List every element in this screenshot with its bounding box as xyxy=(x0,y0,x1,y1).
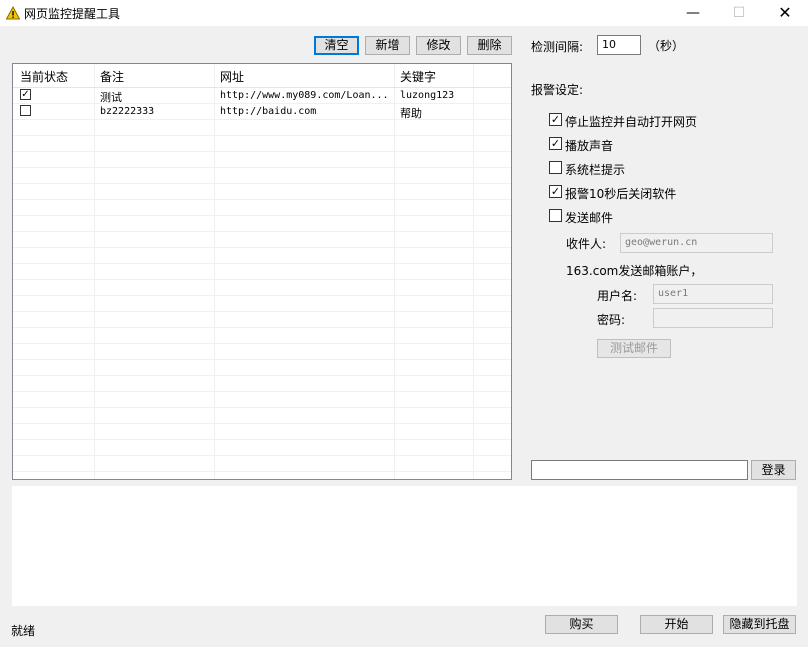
title-bar[interactable]: 网页监控提醒工具 — ☐ ✕ xyxy=(0,0,808,26)
login-button[interactable]: 登录 xyxy=(751,460,796,480)
delete-button[interactable]: 删除 xyxy=(467,36,512,55)
interval-label: 检测间隔: xyxy=(531,40,584,54)
add-button[interactable]: 新增 xyxy=(365,36,410,55)
monitor-list[interactable]: 当前状态 备注 网址 关键字 ✓ 测试 http://www.my089.com… xyxy=(12,63,512,480)
interval-unit: （秒） xyxy=(648,39,685,53)
column-header-status[interactable]: 当前状态 xyxy=(20,68,68,85)
column-header-url[interactable]: 网址 xyxy=(220,68,244,85)
row-note: 测试 xyxy=(100,91,122,104)
option-auto-close-checkbox[interactable]: ✓ xyxy=(549,185,562,198)
option-tray-notify-label[interactable]: 系统栏提示 xyxy=(565,161,625,178)
start-button[interactable]: 开始 xyxy=(640,615,713,634)
option-send-mail-label[interactable]: 发送邮件 xyxy=(565,209,613,226)
maximize-button[interactable]: ☐ xyxy=(716,0,762,26)
password-input[interactable] xyxy=(653,308,773,328)
minimize-button[interactable]: — xyxy=(670,0,716,26)
password-label: 密码: xyxy=(597,313,626,327)
column-header-note[interactable]: 备注 xyxy=(100,68,124,85)
recipient-input[interactable]: geo@werun.cn xyxy=(620,233,773,253)
option-stop-open-checkbox[interactable]: ✓ xyxy=(549,113,562,126)
username-label: 用户名: xyxy=(597,289,638,303)
option-play-sound-label[interactable]: 播放声音 xyxy=(565,137,613,154)
option-send-mail-checkbox[interactable] xyxy=(549,209,562,222)
option-stop-open-label[interactable]: 停止监控并自动打开网页 xyxy=(565,113,697,130)
option-tray-notify-checkbox[interactable] xyxy=(549,161,562,174)
log-area[interactable] xyxy=(12,486,797,606)
row-url: http://baidu.com xyxy=(220,106,317,117)
row-note: bz2222333 xyxy=(100,106,155,117)
option-play-sound-checkbox[interactable]: ✓ xyxy=(549,137,562,150)
close-button[interactable]: ✕ xyxy=(762,0,808,26)
hide-to-tray-button[interactable]: 隐藏到托盘 xyxy=(723,615,796,634)
row-url: http://www.my089.com/Loan... xyxy=(220,90,389,101)
row-status-checkbox[interactable] xyxy=(20,105,31,116)
row-status-checkbox[interactable]: ✓ xyxy=(20,89,31,100)
clear-button[interactable]: 清空 xyxy=(314,36,359,55)
test-mail-button[interactable]: 测试邮件 xyxy=(597,339,671,358)
status-text: 就绪 xyxy=(11,624,36,638)
row-keyword: 帮助 xyxy=(400,107,422,120)
column-header-keyword[interactable]: 关键字 xyxy=(400,68,436,85)
mail-account-title: 163.com发送邮箱账户， xyxy=(566,264,703,278)
interval-input[interactable]: 10 xyxy=(597,35,641,55)
option-auto-close-label[interactable]: 报警10秒后关闭软件 xyxy=(565,185,676,202)
login-input[interactable] xyxy=(531,460,748,480)
window-title: 网页监控提醒工具 xyxy=(24,7,121,21)
row-keyword: luzong123 xyxy=(400,90,455,101)
username-input[interactable]: user1 xyxy=(653,284,773,304)
edit-button[interactable]: 修改 xyxy=(416,36,461,55)
warning-icon xyxy=(6,6,20,20)
alarm-settings-title: 报警设定: xyxy=(531,83,584,97)
buy-button[interactable]: 购买 xyxy=(545,615,618,634)
recipient-label: 收件人: xyxy=(566,237,607,251)
